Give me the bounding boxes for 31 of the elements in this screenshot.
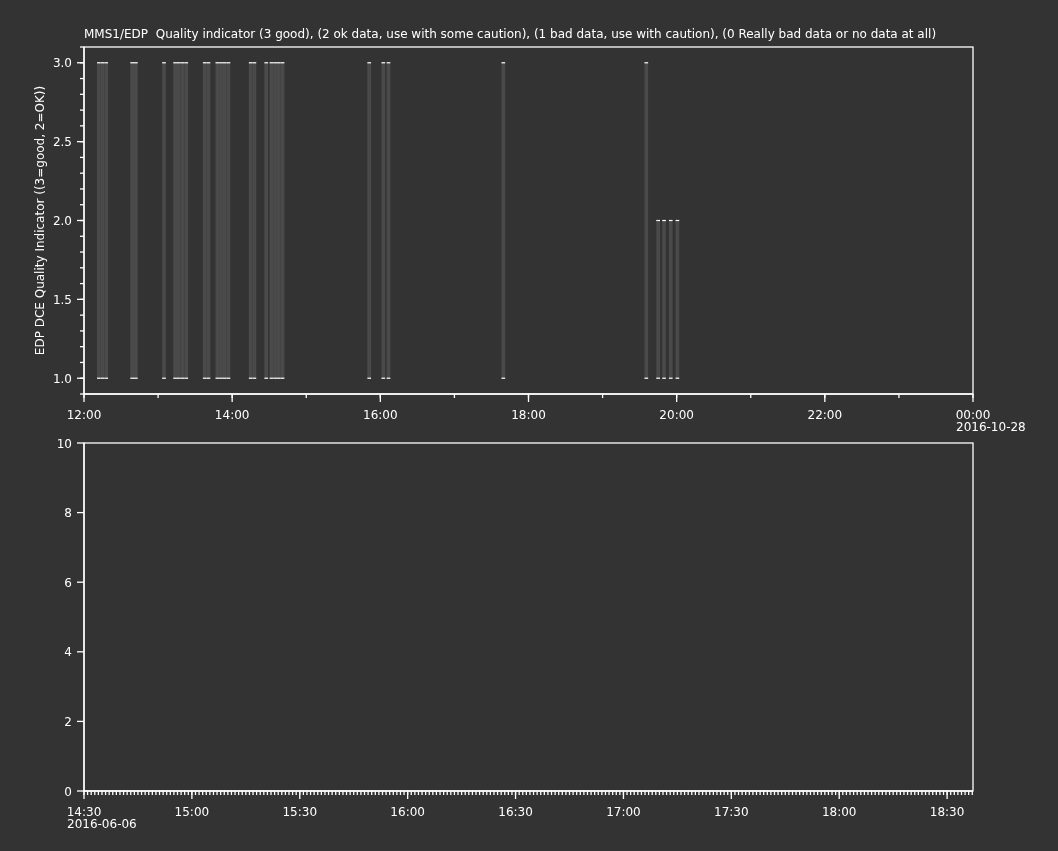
tick-label: 15:00	[174, 805, 210, 819]
tick-label: 18:00	[511, 408, 546, 422]
tick-label: 20:00	[659, 408, 694, 422]
date-label: 2016-06-06	[67, 817, 137, 831]
tick-label: 14:00	[214, 408, 250, 422]
tick-label: 00:00	[955, 408, 991, 422]
tick-label: 14:30	[66, 805, 102, 819]
tick-label: 2.5	[52, 135, 72, 150]
tick-label: 17:30	[714, 805, 749, 819]
y-axis-title: EDP DCE Quality Indicator ((3=good, 2=OK))	[33, 85, 47, 356]
plot-title: MMS1/EDP Quality indicator (3 good), (2 ok data, use with some caution), (1 bad data, use with caution), (0 Really bad data or no data at all)	[84, 27, 937, 41]
tick-label: 18:00	[821, 805, 857, 819]
tick-label: 6	[64, 575, 72, 590]
tick-label: 17:00	[606, 805, 641, 819]
tick-label: 12:00	[66, 408, 102, 422]
tick-label: 16:00	[390, 805, 425, 819]
tick-label: 15:30	[282, 805, 318, 819]
tick-label: 4	[64, 645, 72, 660]
tick-label: 2.0	[52, 214, 72, 228]
tick-label: 22:00	[807, 408, 843, 422]
tick-label: 0	[64, 784, 72, 799]
date-label: 2016-10-28	[956, 420, 1026, 434]
tick-label: 1.5	[52, 292, 72, 307]
tick-label: 8	[64, 506, 72, 521]
tick-label: 10	[56, 436, 72, 451]
tick-label: 2	[64, 714, 72, 729]
tick-label: 16:00	[363, 408, 398, 422]
tick-label: 3.0	[52, 56, 72, 71]
tick-label: 1.0	[52, 371, 72, 386]
tick-label: 16:30	[498, 805, 533, 819]
tick-label: 18:30	[929, 805, 965, 819]
